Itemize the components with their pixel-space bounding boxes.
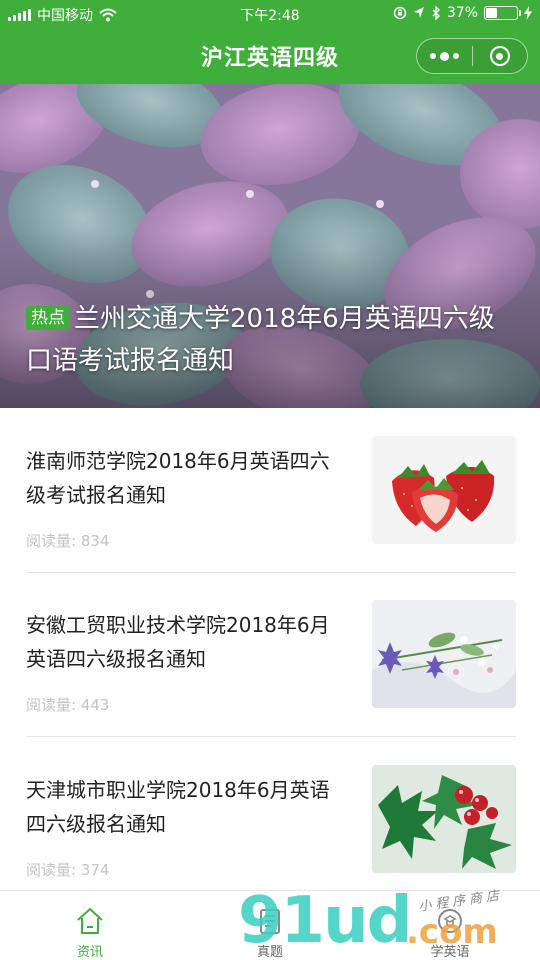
mini-program-capsule: [416, 38, 528, 74]
battery-level: [486, 8, 497, 18]
tab-bar: 资讯 真题 学英语: [0, 890, 540, 960]
tab-learn[interactable]: 学英语: [360, 891, 540, 960]
more-dots-icon[interactable]: [417, 38, 472, 74]
article-item[interactable]: 安徽工贸职业技术学院2018年6月英语四六级报名通知 阅读量: 443: [26, 600, 516, 748]
article-title: 安徽工贸职业技术学院2018年6月英语四六级报名通知: [26, 613, 330, 671]
holly-image: [372, 765, 516, 873]
article-views: 阅读量: 374: [26, 861, 110, 879]
article-item[interactable]: 淮南师范学院2018年6月英语四六级考试报名通知 阅读量: 834: [26, 436, 516, 584]
hero-title: 兰州交通大学2018年6月英语四六级口语考试报名通知: [26, 304, 495, 376]
article-views: 阅读量: 834: [26, 532, 110, 550]
tab-news[interactable]: 资讯: [0, 891, 180, 960]
lock-rotation-icon: [393, 6, 407, 20]
flowers-image: [372, 600, 516, 708]
book-icon: [260, 909, 280, 934]
list-divider: [26, 572, 516, 573]
bluetooth-icon: [432, 6, 440, 20]
home-icon: [77, 908, 103, 934]
battery-percent: 37%: [446, 5, 478, 21]
article-thumbnail: [372, 436, 516, 544]
location-icon: [413, 7, 424, 18]
article-title: 天津城市职业学院2018年6月英语四六级报名通知: [26, 778, 330, 836]
hot-tag: 热点: [26, 306, 70, 330]
status-bar: 中国移动 下午2:48 37%: [0, 0, 540, 28]
tab-exams[interactable]: 真题: [180, 891, 360, 960]
article-thumbnail: [372, 600, 516, 708]
article-thumbnail: [372, 765, 516, 873]
tab-label: 真题: [256, 945, 283, 960]
learn-icon: [438, 909, 462, 933]
charging-icon: [524, 6, 532, 20]
tab-label: 学英语: [430, 945, 470, 960]
hero-banner[interactable]: 热点 兰州交通大学2018年6月英语四六级口语考试报名通知: [0, 84, 540, 408]
close-target-icon[interactable]: [473, 38, 527, 74]
list-divider: [26, 736, 516, 737]
status-right: 37%: [393, 5, 532, 21]
battery-icon: [484, 6, 521, 20]
article-views: 阅读量: 443: [26, 696, 110, 714]
strawberry-image: [372, 436, 516, 544]
hero-headline[interactable]: 热点 兰州交通大学2018年6月英语四六级口语考试报名通知: [26, 298, 520, 382]
article-title: 淮南师范学院2018年6月英语四六级考试报名通知: [26, 449, 330, 507]
navigation-bar: 沪江英语四级: [0, 28, 540, 84]
tab-label: 资讯: [76, 945, 103, 960]
